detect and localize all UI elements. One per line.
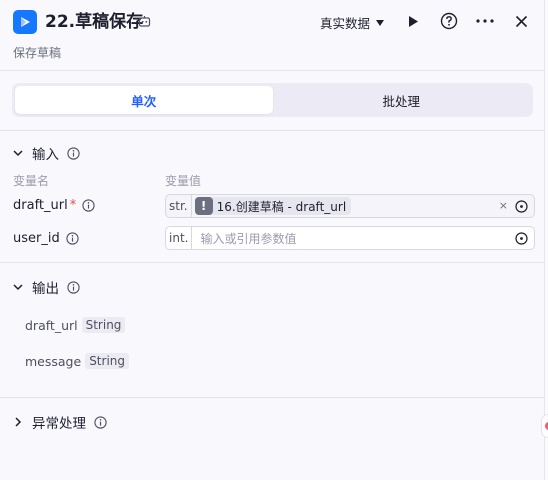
param-label: draft_url bbox=[13, 198, 68, 213]
variable-picker-icon[interactable] bbox=[515, 232, 528, 245]
info-icon bbox=[67, 146, 80, 160]
more-button[interactable] bbox=[475, 11, 495, 31]
run-button[interactable] bbox=[403, 11, 423, 31]
help-button[interactable] bbox=[439, 11, 459, 31]
info-icon bbox=[82, 199, 95, 212]
error-handling-section-toggle[interactable]: 异常处理 bbox=[12, 412, 107, 432]
param-name-user-id: user_id bbox=[13, 231, 79, 246]
info-icon bbox=[66, 232, 79, 245]
robot-icon bbox=[138, 16, 151, 27]
output-item: message String bbox=[25, 353, 129, 369]
data-mode-label: 真实数据 bbox=[320, 16, 371, 31]
output-section-title: 输出 bbox=[32, 281, 59, 297]
close-icon bbox=[515, 15, 527, 27]
chevron-down-icon bbox=[13, 284, 23, 291]
tabs-divider bbox=[0, 130, 545, 131]
column-header-value: 变量值 bbox=[165, 174, 202, 188]
info-icon bbox=[67, 280, 80, 294]
chevron-right-icon bbox=[15, 417, 22, 427]
error-handling-title: 异常处理 bbox=[32, 416, 86, 432]
column-header-name: 变量名 bbox=[13, 174, 50, 188]
output-name: message bbox=[25, 353, 82, 369]
tab-batch[interactable]: 批处理 bbox=[273, 86, 531, 114]
output-item: draft_url String bbox=[25, 317, 126, 333]
more-icon bbox=[476, 19, 494, 23]
info-icon bbox=[94, 415, 107, 429]
variable-picker-icon[interactable] bbox=[515, 200, 528, 213]
header-divider bbox=[0, 70, 545, 71]
input-section-toggle[interactable]: 输入 bbox=[12, 143, 80, 163]
run-mode-tabs: 单次 批处理 bbox=[12, 83, 533, 117]
node-type-icon bbox=[13, 10, 37, 34]
data-mode-dropdown[interactable]: 真实数据 bbox=[320, 13, 385, 32]
warning-icon: ! bbox=[194, 197, 213, 215]
required-mark: * bbox=[69, 198, 77, 213]
help-icon bbox=[440, 12, 458, 30]
type-tag: int. bbox=[166, 227, 193, 249]
type-tag: str. bbox=[166, 195, 192, 217]
node-description: 保存草稿 bbox=[13, 46, 62, 60]
reference-chip[interactable]: ! 16.创建草稿 - draft_url bbox=[194, 197, 352, 215]
param-label: user_id bbox=[13, 231, 60, 246]
panel-header: 22.草稿保存 保存草稿 真实数据 bbox=[0, 0, 545, 70]
output-type: String bbox=[81, 317, 126, 333]
clear-reference-button[interactable]: × bbox=[499, 199, 508, 212]
reference-text: 16.创建草稿 - draft_url bbox=[216, 199, 347, 214]
param-name-draft-url: draft_url * bbox=[13, 198, 95, 213]
tab-single[interactable]: 单次 bbox=[15, 86, 273, 114]
chevron-down-icon bbox=[13, 150, 23, 157]
close-button[interactable] bbox=[511, 11, 531, 31]
user-id-value-field[interactable]: int. 输入或引用参数值 bbox=[165, 226, 535, 250]
input-section-title: 输入 bbox=[32, 147, 59, 163]
output-name: draft_url bbox=[25, 317, 78, 333]
draft-url-value-field[interactable]: str. ! 16.创建草稿 - draft_url × bbox=[165, 194, 535, 218]
user-id-placeholder: 输入或引用参数值 bbox=[200, 231, 297, 246]
caret-down-icon bbox=[376, 19, 385, 26]
floating-assistant-handle[interactable] bbox=[541, 414, 548, 438]
output-section-toggle[interactable]: 输出 bbox=[12, 277, 80, 297]
node-title[interactable]: 22.草稿保存 bbox=[45, 10, 143, 34]
output-divider bbox=[0, 397, 545, 398]
output-type: String bbox=[85, 353, 129, 369]
node-config-panel: 22.草稿保存 保存草稿 真实数据 单次 批处理 输入 变量名 变量值 draf… bbox=[0, 0, 545, 480]
input-divider bbox=[0, 262, 545, 263]
play-icon bbox=[409, 15, 418, 27]
